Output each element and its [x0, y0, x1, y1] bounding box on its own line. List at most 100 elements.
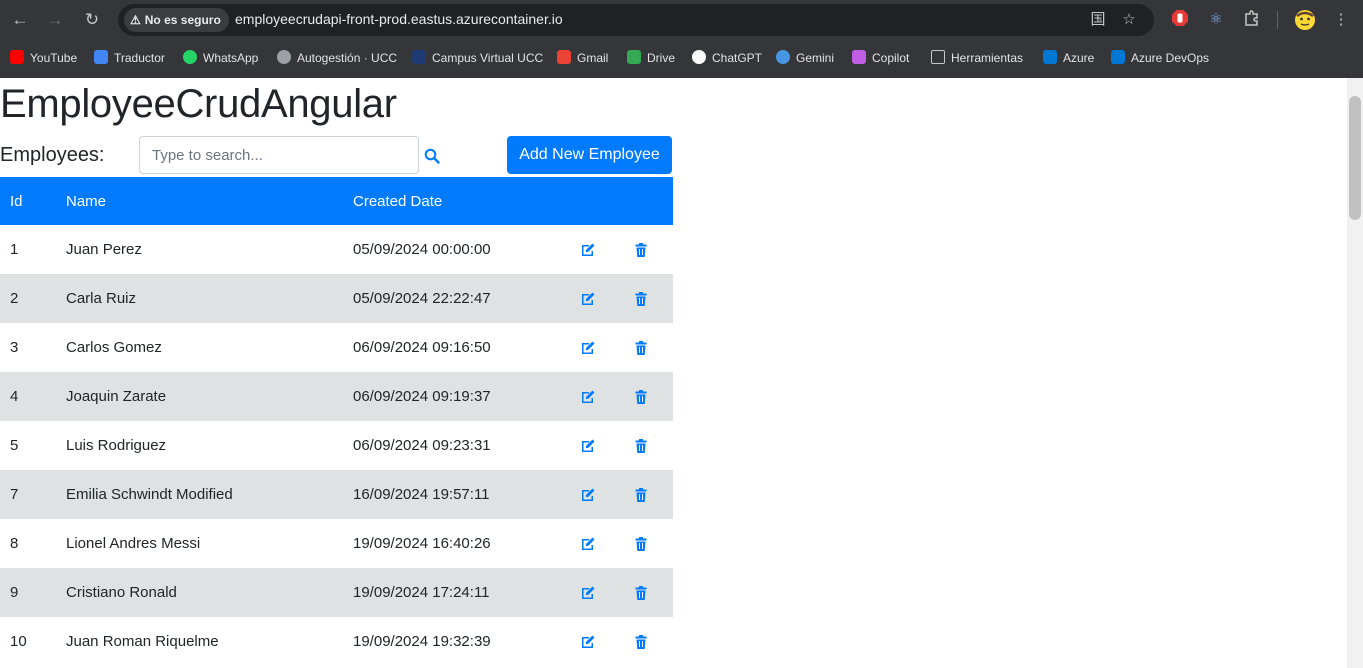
back-arrow-icon[interactable]: ←	[8, 8, 32, 32]
header-delete	[633, 177, 673, 225]
bookmark-label: Azure	[1063, 51, 1095, 65]
employees-table: Id Name Created Date 1 Juan Perez 05/09/20…	[0, 177, 673, 666]
bookmark-gemini[interactable]: Gemini	[776, 49, 834, 69]
whatsapp-icon	[183, 50, 197, 64]
cell-name: Luis Rodriguez	[66, 437, 167, 454]
translate-page-icon[interactable]: 国	[1088, 10, 1108, 30]
scrollbar-thumb[interactable]	[1349, 96, 1361, 220]
bookmark-label: WhatsApp	[203, 51, 259, 65]
trash-icon[interactable]	[633, 535, 649, 552]
edit-icon[interactable]	[580, 584, 596, 601]
cell-created-date: 06/09/2024 09:16:50	[353, 339, 491, 356]
add-new-employee-button[interactable]: Add New Employee	[507, 136, 672, 174]
url-text[interactable]: employeecrudapi-front-prod.eastus.azurec…	[235, 11, 563, 27]
security-chip[interactable]: ⚠ No es seguro	[124, 8, 229, 32]
edit-icon[interactable]	[580, 388, 596, 405]
table-row: 8 Lionel Andres Messi 19/09/2024 16:40:26	[0, 519, 673, 568]
campus-icon	[412, 50, 426, 64]
delete-cell	[633, 421, 673, 470]
trash-icon[interactable]	[633, 486, 649, 503]
azure-icon	[1043, 50, 1057, 64]
edit-icon[interactable]	[580, 339, 596, 356]
bookmark-azure[interactable]: Azure	[1043, 49, 1094, 69]
edit-icon[interactable]	[580, 241, 596, 258]
trash-icon[interactable]	[633, 388, 649, 405]
trash-icon[interactable]	[633, 290, 649, 307]
extensions-puzzle-icon[interactable]	[1241, 9, 1263, 31]
drive-icon	[627, 50, 641, 64]
reload-icon[interactable]: ↻	[80, 8, 104, 32]
trash-icon[interactable]	[633, 437, 649, 454]
cell-name: Carla Ruiz	[66, 290, 137, 307]
globe-icon	[277, 50, 291, 64]
bookmark-label: Copilot	[872, 51, 910, 65]
cell-id: 7	[10, 486, 19, 503]
bookmark-chatgpt[interactable]: ChatGPT	[692, 49, 762, 69]
bookmark-azure-devops[interactable]: Azure DevOps	[1111, 49, 1209, 69]
address-bar[interactable]: ⚠ No es seguro employeecrudapi-front-prod…	[118, 4, 1154, 36]
bookmark-youtube[interactable]: YouTube	[10, 49, 77, 69]
cell-id: 10	[10, 633, 27, 650]
cell-created-date: 06/09/2024 09:19:37	[353, 388, 491, 405]
edit-cell	[580, 323, 633, 372]
edit-icon[interactable]	[580, 535, 596, 552]
cell-name: Joaquin Zarate	[66, 388, 167, 405]
edit-cell	[580, 470, 633, 519]
bookmark-star-icon[interactable]: ☆	[1119, 10, 1139, 30]
bookmark-herramientas[interactable]: Herramientas	[931, 49, 1023, 69]
copilot-icon	[852, 50, 866, 64]
edit-icon[interactable]	[580, 290, 596, 307]
cell-name: Lionel Andres Messi	[66, 535, 201, 552]
edit-cell	[580, 274, 633, 323]
cell-name: Juan Roman Riquelme	[66, 633, 219, 650]
edit-cell	[580, 617, 633, 666]
cell-name: Juan Perez	[66, 241, 142, 258]
search-icon[interactable]	[424, 148, 440, 164]
bookmark-gmail[interactable]: Gmail	[557, 49, 608, 69]
bookmark-label: ChatGPT	[712, 51, 763, 65]
employees-label: Employees:	[0, 144, 105, 166]
edit-icon[interactable]	[580, 633, 596, 650]
delete-cell	[633, 617, 673, 666]
table-row: 1 Juan Perez 05/09/2024 00:00:00	[0, 225, 673, 274]
page-scrollbar[interactable]	[1347, 78, 1363, 668]
cell-name: Carlos Gomez	[66, 339, 162, 356]
azure-devops-icon	[1111, 50, 1125, 64]
search-input[interactable]	[139, 136, 419, 174]
youtube-icon	[10, 50, 24, 64]
trash-icon[interactable]	[633, 339, 649, 356]
cell-name: Cristiano Ronald	[66, 584, 177, 601]
bookmark-copilot[interactable]: Copilot	[852, 49, 909, 69]
table-row: 5 Luis Rodriguez 06/09/2024 09:23:31	[0, 421, 673, 470]
browser-toolbar: ← → ↻ ⚠ No es seguro employeecrudapi-fron…	[0, 0, 1363, 40]
profile-avatar[interactable]	[1294, 9, 1316, 31]
cell-id: 4	[10, 388, 19, 405]
header-edit	[580, 177, 633, 225]
bookmark-whatsapp[interactable]: WhatsApp	[183, 49, 258, 69]
browser-menu-icon[interactable]: ⋮	[1330, 9, 1352, 31]
trash-icon[interactable]	[633, 584, 649, 601]
delete-cell	[633, 568, 673, 617]
bookmark-campus[interactable]: Campus Virtual UCC	[412, 49, 543, 69]
forward-arrow-icon[interactable]: →	[43, 8, 67, 32]
trash-icon[interactable]	[633, 633, 649, 650]
extension-adblock-icon[interactable]	[1169, 9, 1191, 31]
cell-created-date: 19/09/2024 16:40:26	[353, 535, 491, 552]
bookmark-traductor[interactable]: Traductor	[94, 49, 165, 69]
bookmark-label: Herramientas	[951, 51, 1024, 65]
edit-icon[interactable]	[580, 486, 596, 503]
delete-cell	[633, 372, 673, 421]
gemini-icon	[776, 50, 790, 64]
trash-icon[interactable]	[633, 241, 649, 258]
cell-id: 8	[10, 535, 19, 552]
bookmark-label: Traductor	[114, 51, 165, 65]
bookmark-autogestion[interactable]: Autogestión · UCC	[277, 49, 397, 69]
delete-cell	[633, 274, 673, 323]
react-devtools-icon[interactable]: ⚛	[1205, 9, 1227, 31]
cell-created-date: 16/09/2024 19:57:11	[353, 486, 490, 503]
bookmark-drive[interactable]: Drive	[627, 49, 675, 69]
delete-cell	[633, 470, 673, 519]
bookmark-label: Gemini	[796, 51, 835, 65]
edit-icon[interactable]	[580, 437, 596, 454]
cell-created-date: 06/09/2024 09:23:31	[353, 437, 491, 454]
